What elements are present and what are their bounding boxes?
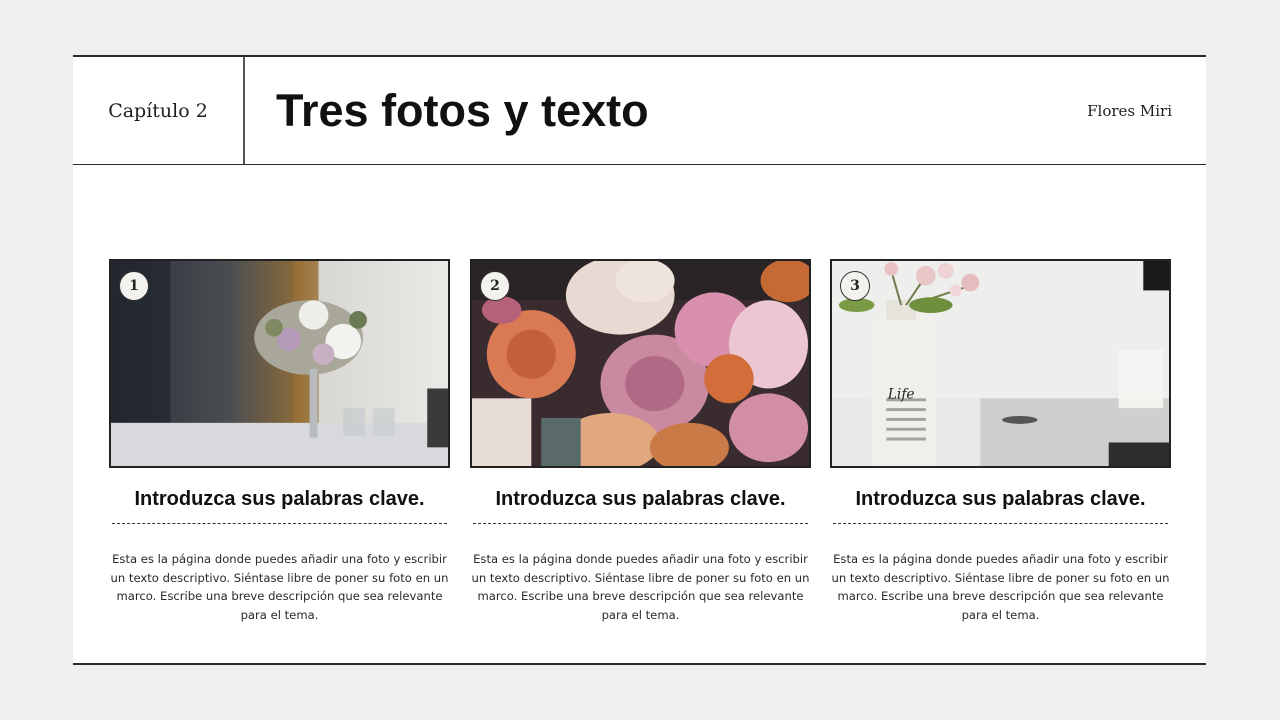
flowers-in-life-bottle-photo[interactable]: Life 3 [830,259,1171,468]
photo-card-2: 2 Introduzca sus palabras clave. Esta es… [470,259,811,624]
card-heading: Introduzca sus palabras clave. [495,488,786,510]
chapter-label: Capítulo 2 [73,57,245,164]
dashed-divider [473,523,808,524]
card-description: Esta es la página donde puedes añadir un… [110,552,449,622]
dashed-divider [833,523,1168,524]
card-description: Esta es la página donde puedes añadir un… [471,552,810,622]
photo-number-badge: 2 [480,271,510,301]
slide-header: Capítulo 2 Tres fotos y texto Flores Mir… [73,57,1206,165]
page-title: Tres fotos y texto [276,84,649,136]
photo-image [472,261,809,466]
photo-card-3: Life 3 Introduzca sus palabras clave. Es… [830,259,1171,624]
brand-name: Flores Miri [1087,101,1172,120]
card-description: Esta es la página donde puedes añadir un… [831,552,1170,622]
photo-image: Life [832,261,1169,466]
flower-bouquet-on-table-photo[interactable]: 1 [109,259,450,468]
card-heading: Introduzca sus palabras clave. [134,488,425,510]
card-heading: Introduzca sus palabras clave. [855,488,1146,510]
photo-card-1: 1 Introduzca sus palabras clave. Esta es… [109,259,450,624]
dashed-divider [112,523,447,524]
photo-number-badge: 3 [840,271,870,301]
slide: Capítulo 2 Tres fotos y texto Flores Mir… [73,55,1206,665]
peonies-and-roses-closeup-photo[interactable]: 2 [470,259,811,468]
bottle-label-text: Life [887,386,915,402]
photo-image [111,261,448,466]
photo-number-badge: 1 [119,271,149,301]
